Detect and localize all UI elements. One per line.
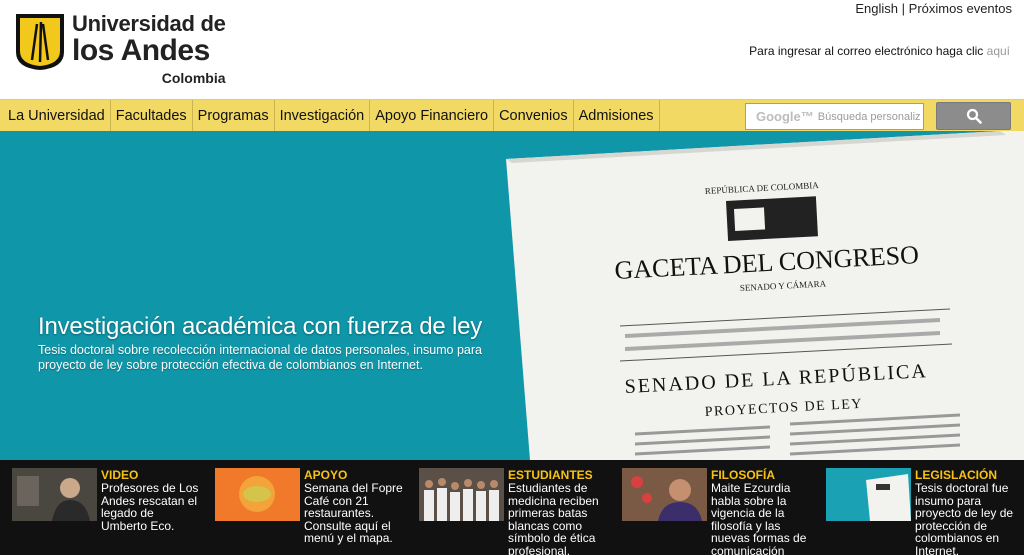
news-thumb-apoyo[interactable] [215, 468, 300, 521]
document-photo-icon [826, 468, 911, 521]
mail-link[interactable]: aquí [987, 44, 1010, 58]
news-description: Profesores de Los Andes rescatan el lega… [101, 481, 199, 533]
nav-item-apoyo-financiero[interactable]: Apoyo Financiero [370, 100, 495, 132]
google-brand: Google™ [756, 109, 814, 124]
nav-item-convenios[interactable]: Convenios [494, 100, 574, 132]
person-photo-icon [622, 468, 707, 521]
news-category: LEGISLACIÓN [915, 468, 998, 482]
news-category: FILOSOFÍA [711, 468, 775, 482]
search-button[interactable] [936, 102, 1011, 130]
top-links-separator: | [901, 1, 906, 16]
search-placeholder: Búsqueda personaliz [817, 110, 921, 123]
news-thumb-filosofia[interactable] [622, 468, 707, 521]
news-item-estudiantes[interactable]: ESTUDIANTES Estudiantes de medicina reci… [419, 468, 610, 555]
news-item-video[interactable]: VIDEO Profesores de Los Andes rescatan e… [12, 468, 203, 532]
logo-line3: Colombia [161, 70, 226, 86]
logo-shield-icon [16, 14, 64, 70]
news-strip: VIDEO Profesores de Los Andes rescatan e… [0, 460, 1024, 555]
news-description: Semana del Fopre Café con 21 restaurante… [304, 481, 403, 545]
nav-item-programas[interactable]: Programas [193, 100, 275, 132]
news-category: APOYO [304, 468, 348, 482]
gazette-document-image: REPÚBLICA DE COLOMBIA GACETA DEL CONGRES… [506, 131, 1024, 460]
nav-item-investigacion[interactable]: Investigación [275, 100, 371, 132]
nav-item-universidad[interactable]: La Universidad [0, 100, 111, 132]
news-thumb-video[interactable] [12, 468, 97, 521]
students-photo-icon [419, 468, 504, 521]
news-category: VIDEO [101, 468, 139, 482]
logo-line1: Universidad de [72, 11, 226, 36]
english-link[interactable]: English [855, 1, 898, 16]
news-description: Tesis doctoral fue insumo para proyecto … [915, 481, 1014, 555]
hero-subtitle: Tesis doctoral sobre recolección interna… [38, 343, 483, 372]
fopre-cafe-logo-icon [215, 468, 300, 521]
logo-line2: los Andes [72, 34, 210, 67]
mail-text: Para ingresar al correo electrónico haga… [749, 44, 984, 58]
events-link[interactable]: Próximos eventos [909, 1, 1012, 16]
news-item-apoyo[interactable]: APOYO Semana del Fopre Café con 21 resta… [215, 468, 406, 545]
nav-item-facultades[interactable]: Facultades [111, 100, 193, 132]
top-links: English | Próximos eventos [855, 1, 1012, 16]
news-category: ESTUDIANTES [508, 468, 593, 482]
news-item-legislacion[interactable]: LEGISLACIÓN Tesis doctoral fue insumo pa… [826, 468, 1017, 555]
news-description: Maite Ezcurdia habla sobre la vigencia d… [711, 481, 807, 555]
news-thumb-estudiantes[interactable] [419, 468, 504, 521]
news-item-filosofia[interactable]: FILOSOFÍA Maite Ezcurdia habla sobre la … [622, 468, 813, 555]
search-input[interactable]: Google™ Búsqueda personaliz [745, 103, 924, 130]
news-thumb-legislacion[interactable] [826, 468, 911, 521]
hero-title[interactable]: Investigación académica con fuerza de le… [38, 313, 482, 341]
header: Universidad de los Andes Colombia Englis… [0, 0, 1024, 99]
main-nav: La Universidad Facultades Programas Inve… [0, 99, 1024, 132]
mail-line: Para ingresar al correo electrónico haga… [749, 44, 1010, 58]
person-photo-icon [12, 468, 97, 521]
nav-item-admisiones[interactable]: Admisiones [574, 100, 660, 132]
hero-banner[interactable]: REPÚBLICA DE COLOMBIA GACETA DEL CONGRES… [0, 131, 1024, 460]
news-description: Estudiantes de medicina reciben primeras… [508, 481, 599, 555]
university-logo[interactable]: Universidad de los Andes Colombia [14, 12, 226, 86]
search-icon [966, 108, 982, 124]
page: Universidad de los Andes Colombia Englis… [0, 0, 1024, 555]
